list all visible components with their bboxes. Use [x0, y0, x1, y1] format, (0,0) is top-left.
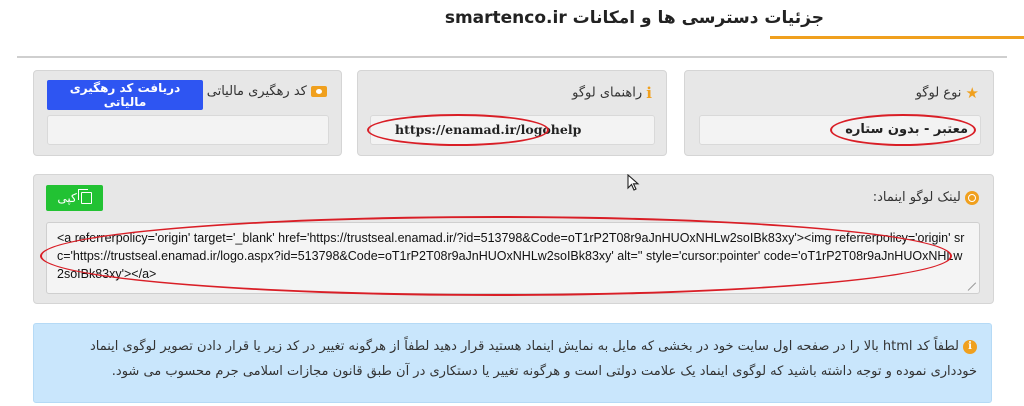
- tax-tracking-value-box[interactable]: [47, 115, 329, 145]
- logo-link-label-text: لینک لوگو اینماد:: [872, 190, 961, 205]
- info-icon: i: [646, 84, 652, 102]
- notice-box: iلطفاً کد html بالا را در صفحه اول سایت …: [33, 323, 992, 403]
- star-icon: ★: [965, 84, 979, 102]
- logo-type-label-text: نوع لوگو: [915, 85, 962, 101]
- logo-link-label: لینک لوگو اینماد:: [873, 190, 979, 205]
- logo-guide-link[interactable]: https://enamad.ir/logohelp: [395, 122, 581, 137]
- textarea-resize-handle[interactable]: [968, 282, 978, 292]
- logo-type-value-box: معتبر - بدون ستاره: [699, 115, 981, 145]
- ticket-icon: [311, 86, 327, 97]
- logo-guide-label: i راهنمای لوگو: [572, 84, 652, 102]
- tax-tracking-card: کد رهگیری مالیاتی دریافت کد رهگیری مالیا…: [33, 70, 342, 156]
- title-divider: [17, 56, 1007, 58]
- globe-icon: [965, 190, 979, 205]
- tax-tracking-label: کد رهگیری مالیاتی: [207, 84, 327, 99]
- logo-type-card: ★ نوع لوگو معتبر - بدون ستاره: [684, 70, 994, 156]
- mouse-cursor-icon: [627, 174, 640, 191]
- logo-guide-card: i راهنمای لوگو https://enamad.ir/logohel…: [357, 70, 667, 156]
- logo-guide-value-box: https://enamad.ir/logohelp: [370, 115, 655, 145]
- logo-link-code-textarea[interactable]: <a referrerpolicy='origin' target='_blan…: [46, 222, 980, 294]
- logo-guide-label-text: راهنمای لوگو: [572, 85, 643, 101]
- title-underline: [770, 36, 1024, 39]
- logo-type-label: ★ نوع لوگو: [916, 84, 979, 102]
- notice-text-wrapper: iلطفاً کد html بالا را در صفحه اول سایت …: [47, 334, 977, 384]
- get-tax-tracking-code-button[interactable]: دریافت کد رهگیری مالیاتی: [47, 80, 203, 110]
- copy-button-label: کپی: [57, 191, 77, 205]
- page-title: جزئیات دسترسی ها و امکانات smartenco.ir: [444, 8, 824, 28]
- copy-button[interactable]: کپی: [46, 185, 103, 211]
- tax-tracking-label-text: کد رهگیری مالیاتی: [206, 84, 307, 99]
- logo-type-value: معتبر - بدون ستاره: [845, 122, 968, 137]
- copy-icon: [77, 189, 92, 204]
- info-icon: i: [963, 339, 977, 354]
- notice-text: لطفاً کد html بالا را در صفحه اول سایت خ…: [89, 339, 977, 379]
